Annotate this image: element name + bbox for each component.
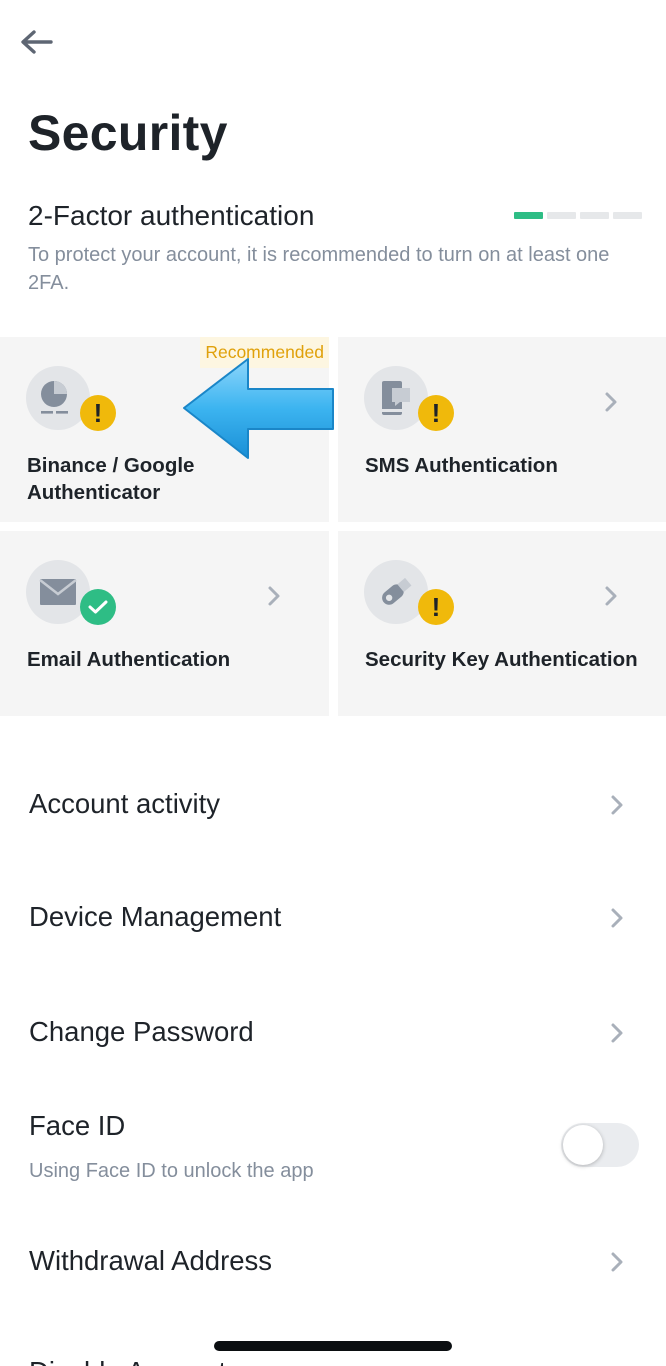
email-authentication-card[interactable]: Email Authentication: [0, 531, 329, 716]
progress-segment: [547, 212, 576, 219]
disable-account-item[interactable]: Disable Account: [29, 1356, 226, 1366]
chevron-right-icon: [611, 795, 623, 815]
back-button[interactable]: [14, 22, 58, 62]
chevron-right-icon: [611, 1023, 623, 1043]
sms-authentication-card[interactable]: ! SMS Authentication: [338, 337, 666, 522]
authenticator-icon: [26, 366, 90, 430]
progress-segment: [613, 212, 642, 219]
withdrawal-address-item[interactable]: Withdrawal Address: [0, 1227, 666, 1297]
page-title: Security: [28, 105, 228, 161]
usb-key-icon: [364, 560, 428, 624]
phone-message-icon: [364, 366, 428, 430]
chevron-right-icon: [611, 1252, 623, 1272]
chevron-right-icon: [611, 908, 623, 928]
email-authentication-label: Email Authentication: [27, 648, 231, 671]
two-factor-title: 2-Factor authentication: [28, 200, 315, 231]
security-key-card[interactable]: ! Security Key Authentication: [338, 531, 666, 716]
account-activity-item[interactable]: Account activity: [0, 770, 666, 840]
face-id-label: Face ID: [29, 1110, 126, 1141]
warning-icon: !: [418, 589, 454, 625]
chevron-right-icon: [268, 586, 280, 606]
two-factor-progress: [514, 212, 642, 219]
security-key-label: Security Key Authentication: [365, 648, 638, 671]
envelope-icon: [26, 560, 90, 624]
warning-icon: !: [418, 395, 454, 431]
warning-icon: !: [80, 395, 116, 431]
two-factor-description: To protect your account, it is recommend…: [28, 244, 610, 294]
progress-segment: [514, 212, 543, 219]
check-icon: [80, 589, 116, 625]
chevron-right-icon: [605, 392, 617, 412]
arrow-left-icon: [21, 30, 53, 54]
home-indicator: [214, 1341, 452, 1351]
device-management-item[interactable]: Device Management: [0, 883, 666, 953]
face-id-description: Using Face ID to unlock the app: [29, 1160, 314, 1182]
toggle-knob: [563, 1125, 603, 1165]
arrow-left-icon: [183, 358, 334, 459]
chevron-right-icon: [605, 586, 617, 606]
device-management-label: Device Management: [29, 901, 282, 932]
account-activity-label: Account activity: [29, 788, 221, 819]
face-id-toggle[interactable]: [561, 1123, 639, 1167]
change-password-item[interactable]: Change Password: [0, 998, 666, 1068]
withdrawal-address-label: Withdrawal Address: [29, 1245, 273, 1276]
sms-authentication-label: SMS Authentication: [365, 454, 558, 477]
progress-segment: [580, 212, 609, 219]
change-password-label: Change Password: [29, 1016, 254, 1047]
